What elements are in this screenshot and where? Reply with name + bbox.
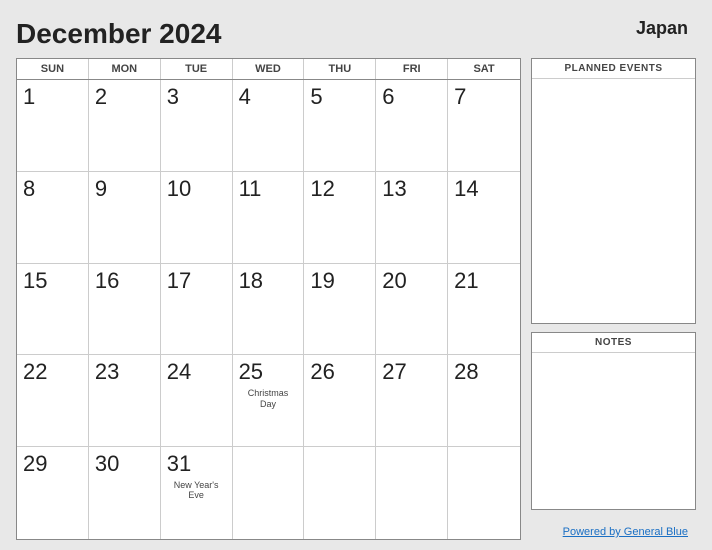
day-cell: 28 xyxy=(448,355,520,447)
day-cell: 13 xyxy=(376,172,448,264)
day-cell: 15 xyxy=(17,264,89,356)
notes-box: NOTES xyxy=(531,332,696,510)
day-header-thu: THU xyxy=(304,59,376,79)
planned-events-title: PLANNED EVENTS xyxy=(532,59,695,79)
day-cell: 30 xyxy=(89,447,161,539)
day-number: 7 xyxy=(454,84,466,110)
event-label: New Year's Eve xyxy=(167,480,226,502)
day-cell: 6 xyxy=(376,80,448,172)
day-number: 12 xyxy=(310,176,334,202)
calendar-title: December 2024 xyxy=(16,18,221,50)
day-cell: 5 xyxy=(304,80,376,172)
notes-title: NOTES xyxy=(532,333,695,353)
day-number: 27 xyxy=(382,359,406,385)
day-number: 8 xyxy=(23,176,35,202)
day-cell: 29 xyxy=(17,447,89,539)
day-cell: 8 xyxy=(17,172,89,264)
day-cell: 21 xyxy=(448,264,520,356)
day-headers: SUN MON TUE WED THU FRI SAT xyxy=(17,59,520,80)
day-cell: 4 xyxy=(233,80,305,172)
day-cell: 20 xyxy=(376,264,448,356)
day-cell xyxy=(376,447,448,539)
day-cell: 11 xyxy=(233,172,305,264)
day-cell: 3 xyxy=(161,80,233,172)
day-number: 11 xyxy=(239,176,262,202)
notes-content xyxy=(532,353,695,509)
day-number: 23 xyxy=(95,359,119,385)
day-header-tue: TUE xyxy=(161,59,233,79)
day-cell: 7 xyxy=(448,80,520,172)
day-number: 20 xyxy=(382,268,406,294)
day-number: 10 xyxy=(167,176,191,202)
day-number: 19 xyxy=(310,268,334,294)
day-number: 1 xyxy=(23,84,35,110)
day-number: 6 xyxy=(382,84,394,110)
day-cell: 12 xyxy=(304,172,376,264)
day-cell: 1 xyxy=(17,80,89,172)
day-cell xyxy=(304,447,376,539)
day-cell: 10 xyxy=(161,172,233,264)
day-number: 9 xyxy=(95,176,107,202)
day-header-wed: WED xyxy=(233,59,305,79)
day-cell: 17 xyxy=(161,264,233,356)
day-cell: 27 xyxy=(376,355,448,447)
country-label: Japan xyxy=(636,18,696,39)
day-cell xyxy=(233,447,305,539)
planned-events-content xyxy=(532,79,695,323)
day-cell: 31 New Year's Eve xyxy=(161,447,233,539)
calendar-wrapper: December 2024 Japan SUN MON TUE WED THU … xyxy=(0,0,712,550)
day-number: 18 xyxy=(239,268,263,294)
day-number: 28 xyxy=(454,359,478,385)
day-number: 21 xyxy=(454,268,478,294)
day-header-mon: MON xyxy=(89,59,161,79)
day-number: 15 xyxy=(23,268,47,294)
day-number: 25 xyxy=(239,359,263,385)
day-number: 13 xyxy=(382,176,406,202)
day-header-sun: SUN xyxy=(17,59,89,79)
calendar-grid: SUN MON TUE WED THU FRI SAT 123456789101… xyxy=(16,58,521,540)
footer: Powered by General Blue xyxy=(531,522,696,540)
day-cell xyxy=(448,447,520,539)
day-cell: 2 xyxy=(89,80,161,172)
day-number: 22 xyxy=(23,359,47,385)
day-number: 31 xyxy=(167,451,191,477)
day-cell: 14 xyxy=(448,172,520,264)
planned-events-box: PLANNED EVENTS xyxy=(531,58,696,324)
day-cell: 25 Christmas Day xyxy=(233,355,305,447)
day-number: 14 xyxy=(454,176,478,202)
day-cell: 9 xyxy=(89,172,161,264)
day-cell: 19 xyxy=(304,264,376,356)
main-content: SUN MON TUE WED THU FRI SAT 123456789101… xyxy=(16,58,696,540)
header-row: December 2024 Japan xyxy=(16,18,696,50)
day-number: 26 xyxy=(310,359,334,385)
day-header-sat: SAT xyxy=(448,59,520,79)
day-number: 3 xyxy=(167,84,179,110)
day-number: 4 xyxy=(239,84,251,110)
calendar-body: 1234567891011121314151617181920212223242… xyxy=(17,80,520,539)
day-header-fri: FRI xyxy=(376,59,448,79)
day-cell: 24 xyxy=(161,355,233,447)
day-cell: 22 xyxy=(17,355,89,447)
day-cell: 23 xyxy=(89,355,161,447)
day-number: 30 xyxy=(95,451,119,477)
day-number: 2 xyxy=(95,84,107,110)
day-number: 24 xyxy=(167,359,191,385)
day-cell: 16 xyxy=(89,264,161,356)
day-number: 29 xyxy=(23,451,47,477)
powered-by-link[interactable]: Powered by General Blue xyxy=(563,526,688,538)
day-number: 16 xyxy=(95,268,119,294)
event-label: Christmas Day xyxy=(239,388,298,410)
day-cell: 18 xyxy=(233,264,305,356)
day-number: 17 xyxy=(167,268,191,294)
side-panel: PLANNED EVENTS NOTES Powered by General … xyxy=(531,58,696,540)
day-cell: 26 xyxy=(304,355,376,447)
day-number: 5 xyxy=(310,84,322,110)
